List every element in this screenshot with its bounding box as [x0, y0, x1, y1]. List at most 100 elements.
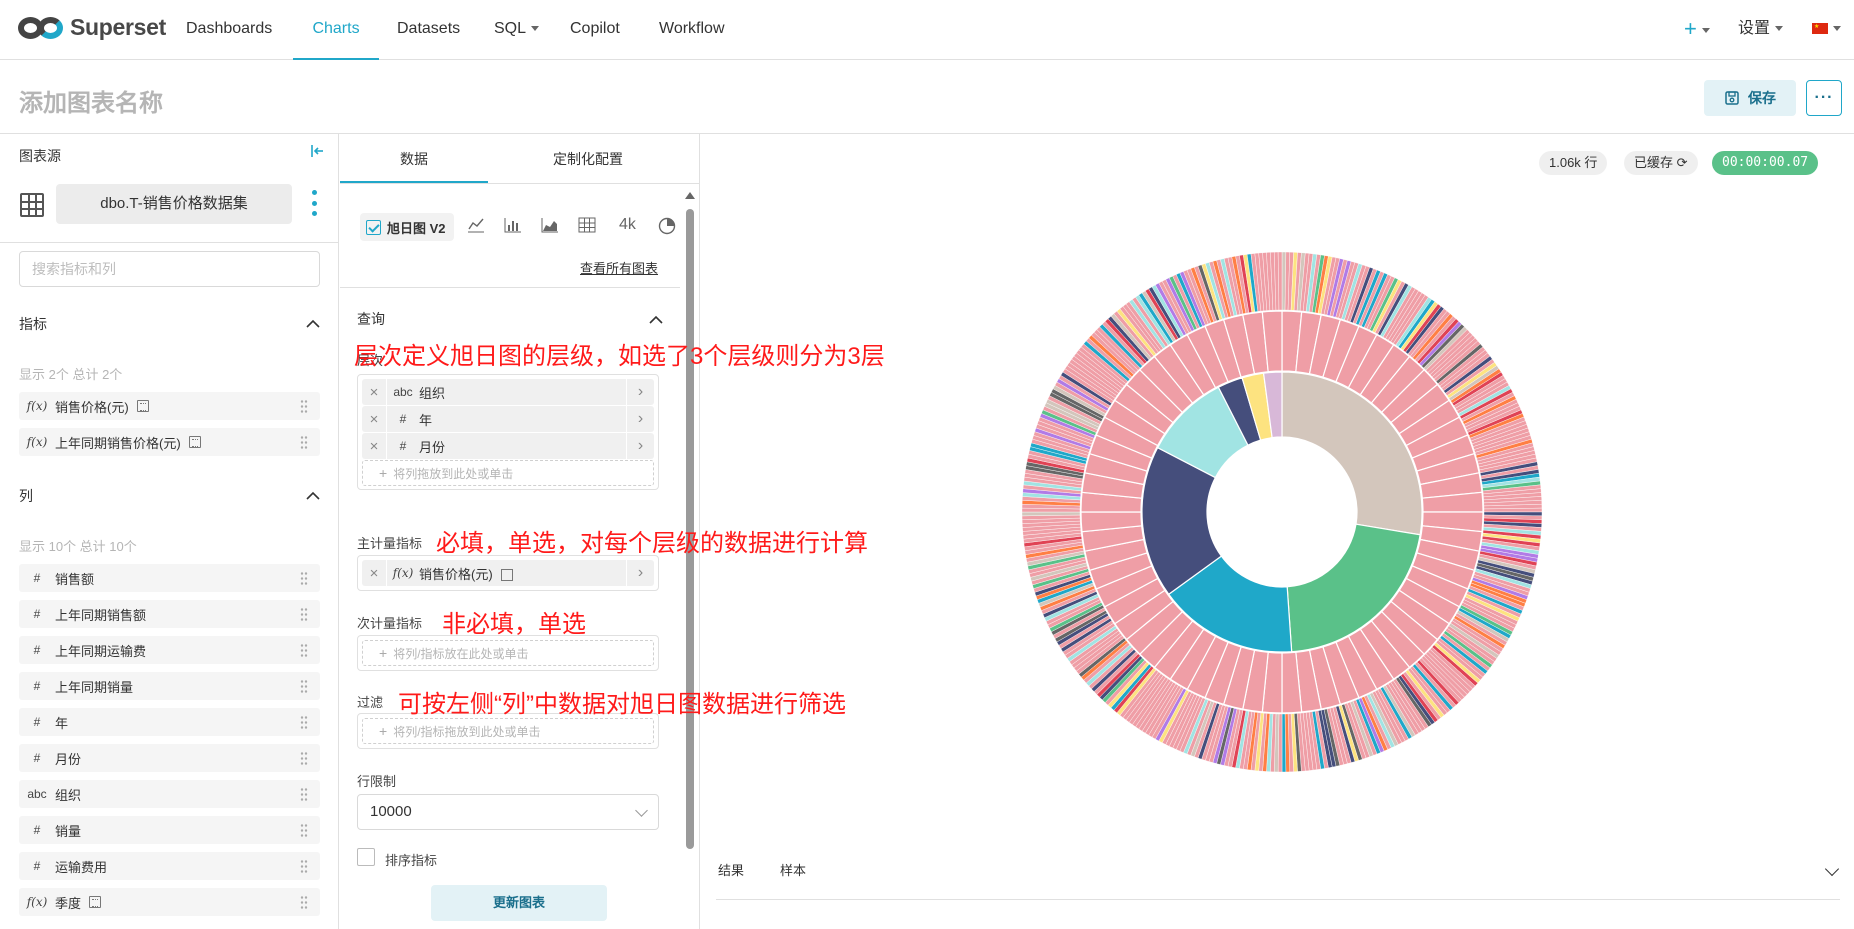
chevron-up-icon[interactable]	[306, 490, 320, 500]
outer-segment[interactable]	[1021, 511, 1081, 517]
dataset-name[interactable]: dbo.T-销售价格数据集	[56, 184, 292, 224]
tab-data[interactable]: 数据	[340, 134, 488, 183]
divider	[716, 899, 1840, 900]
annotation-secondary-metric: 非必填，单选	[442, 611, 586, 638]
update-chart-button[interactable]: 更新图表	[431, 885, 607, 921]
remove-icon[interactable]: ×	[362, 565, 386, 582]
drag-handle-icon[interactable]	[300, 435, 308, 449]
sunburst-chart[interactable]	[972, 202, 1592, 822]
column-item[interactable]: abc 组织	[19, 780, 320, 808]
dataset-menu-icon[interactable]	[312, 190, 318, 216]
collapse-panel-icon[interactable]	[310, 144, 324, 162]
bar-chart-icon[interactable]	[504, 217, 522, 233]
column-item[interactable]: # 年	[19, 708, 320, 736]
nav-charts[interactable]: Charts	[293, 0, 379, 60]
columns-title[interactable]: 列	[19, 486, 33, 506]
nav-dashboards[interactable]: Dashboards	[186, 0, 272, 60]
metrics-title[interactable]: 指标	[19, 314, 47, 334]
column-item[interactable]: # 运输费用	[19, 852, 320, 880]
table-icon[interactable]	[578, 217, 596, 233]
chart-title[interactable]: 添加图表名称	[19, 83, 163, 118]
function-icon: f(x)	[26, 435, 48, 449]
remove-icon[interactable]: ×	[362, 384, 386, 401]
drag-handle-icon[interactable]	[300, 643, 308, 657]
metric-item[interactable]: f(x) 销售价格(元)	[19, 392, 320, 420]
chevron-right-icon[interactable]: ›	[626, 433, 654, 459]
big-number-icon[interactable]: 4k	[619, 216, 636, 234]
more-options-button[interactable]: ···	[1806, 80, 1842, 116]
nav-workflow[interactable]: Workflow	[659, 0, 725, 60]
drag-handle-icon[interactable]	[300, 859, 308, 873]
drag-handle-icon[interactable]	[300, 715, 308, 729]
nav-sql[interactable]: SQL	[494, 0, 540, 60]
viz-type-selected[interactable]: 旭日图 V2	[360, 213, 454, 241]
line-chart-icon[interactable]	[467, 217, 485, 233]
hierarchy-chip[interactable]: × abc 组织 ›	[362, 379, 654, 405]
top-nav: Superset Dashboards Charts Datasets SQL …	[0, 0, 1854, 60]
datasource-title: 图表源	[19, 148, 61, 164]
chevron-right-icon[interactable]: ›	[626, 406, 654, 432]
nav-copilot[interactable]: Copilot	[570, 0, 620, 60]
hierarchy-chip[interactable]: × # 年 ›	[362, 406, 654, 432]
metric-label: 销售价格(元)	[419, 566, 493, 582]
row-limit-select[interactable]: 10000	[357, 794, 659, 830]
column-item[interactable]: # 销量	[19, 816, 320, 844]
column-item[interactable]: # 上年同期运输费	[19, 636, 320, 664]
pie-chart-icon[interactable]	[658, 217, 676, 235]
drag-handle-icon[interactable]	[300, 607, 308, 621]
search-metrics-input[interactable]: 搜索指标和列	[19, 251, 320, 287]
chevron-up-icon[interactable]	[649, 314, 663, 324]
drag-handle-icon[interactable]	[300, 895, 308, 909]
column-item[interactable]: # 上年同期销量	[19, 672, 320, 700]
nav-datasets[interactable]: Datasets	[397, 0, 460, 60]
scroll-up-arrow-icon[interactable]	[685, 192, 695, 199]
drag-handle-icon[interactable]	[300, 571, 308, 585]
language-menu[interactable]: ★	[1812, 0, 1841, 60]
secondary-hint: 将列/指标放在此处或单击	[393, 647, 529, 661]
metric-item[interactable]: f(x) 上年同期销售价格(元)	[19, 428, 320, 456]
remove-icon[interactable]: ×	[362, 411, 386, 428]
chevron-down-icon[interactable]	[1824, 861, 1840, 877]
chevron-right-icon[interactable]: ›	[626, 379, 654, 405]
numeric-type-icon: #	[33, 679, 41, 693]
new-menu[interactable]: +	[1684, 0, 1710, 60]
column-item[interactable]: # 销售额	[19, 564, 320, 592]
superset-logo[interactable]: Superset	[18, 14, 166, 41]
save-button[interactable]: 保存	[1704, 80, 1796, 116]
secondary-metric-add[interactable]: + 将列/指标放在此处或单击	[362, 640, 654, 666]
column-item[interactable]: # 月份	[19, 744, 320, 772]
area-chart-icon[interactable]	[541, 217, 559, 233]
cached-badge[interactable]: 已缓存 ⟳	[1624, 151, 1698, 175]
query-section-title[interactable]: 查询	[357, 309, 385, 329]
settings-menu[interactable]: 设置	[1738, 0, 1784, 60]
primary-metric-chip[interactable]: × f(x) 销售价格(元) ›	[362, 560, 654, 586]
tab-samples[interactable]: 样本	[780, 860, 806, 879]
drag-handle-icon[interactable]	[300, 823, 308, 837]
column-item[interactable]: # 上年同期销售额	[19, 600, 320, 628]
remove-icon[interactable]: ×	[362, 438, 386, 455]
hierarchy-chip[interactable]: × # 月份 ›	[362, 433, 654, 459]
numeric-type-icon: #	[399, 412, 407, 426]
outer-segment[interactable]	[1277, 251, 1283, 311]
tab-results[interactable]: 结果	[718, 860, 744, 879]
column-item[interactable]: f(x) 季度	[19, 888, 320, 916]
chevron-right-icon[interactable]: ›	[626, 560, 654, 586]
drag-handle-icon[interactable]	[300, 679, 308, 693]
hierarchy-add[interactable]: + 将列拖放到此处或单击	[362, 460, 654, 486]
tab-customize[interactable]: 定制化配置	[488, 134, 688, 183]
outer-segment[interactable]	[1483, 507, 1543, 513]
nav-sql-label: SQL	[494, 20, 527, 37]
sort-metric-checkbox[interactable]	[357, 848, 375, 866]
drag-handle-icon[interactable]	[300, 399, 308, 413]
filter-add[interactable]: + 将列/指标拖放到此处或单击	[362, 718, 654, 744]
caret-down-icon	[1833, 26, 1841, 32]
drag-handle-icon[interactable]	[300, 787, 308, 801]
outer-segment[interactable]	[1281, 713, 1287, 773]
calculator-icon	[500, 569, 513, 582]
view-all-charts-link[interactable]: 查看所有图表	[580, 258, 658, 277]
column-label: 销售额	[55, 571, 95, 587]
row-limit-value: 10000	[370, 803, 412, 820]
chevron-up-icon[interactable]	[306, 318, 320, 328]
drag-handle-icon[interactable]	[300, 751, 308, 765]
numeric-type-icon: #	[33, 715, 41, 729]
